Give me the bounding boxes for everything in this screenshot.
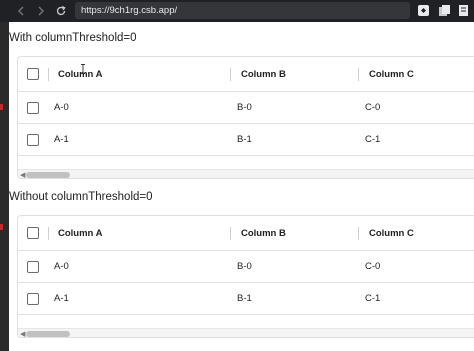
scrollbar-thumb[interactable] bbox=[26, 172, 70, 178]
forward-button[interactable] bbox=[33, 3, 49, 19]
error-marker bbox=[0, 104, 3, 110]
column-separator[interactable] bbox=[230, 68, 231, 81]
grid-header-row: Column A Column B Column C bbox=[18, 57, 474, 92]
column-header-a[interactable]: Column A bbox=[58, 57, 103, 91]
table-cell: C-0 bbox=[365, 261, 381, 272]
table-cell: A-0 bbox=[54, 102, 69, 113]
column-separator[interactable] bbox=[48, 68, 49, 81]
row-checkbox[interactable] bbox=[27, 293, 39, 305]
column-separator[interactable] bbox=[358, 68, 359, 81]
table-cell: B-1 bbox=[237, 293, 252, 304]
table-cell: A-1 bbox=[54, 293, 69, 304]
reload-button[interactable] bbox=[53, 3, 69, 19]
arrow-left-icon bbox=[17, 6, 24, 16]
extension-page-button[interactable] bbox=[456, 3, 471, 18]
table-cell: C-0 bbox=[365, 102, 381, 113]
row-checkbox[interactable] bbox=[27, 134, 39, 146]
column-header-a[interactable]: Column A bbox=[58, 216, 103, 250]
puzzle-icon bbox=[418, 5, 429, 16]
back-button[interactable] bbox=[13, 3, 29, 19]
column-separator[interactable] bbox=[358, 227, 359, 240]
table-row[interactable]: A-0 B-0 C-0 bbox=[18, 251, 474, 283]
horizontal-scrollbar[interactable]: ◀ bbox=[18, 169, 474, 178]
table-row[interactable]: A-1 B-1 C-1 bbox=[18, 283, 474, 315]
extension-puzzle-button[interactable] bbox=[416, 3, 431, 18]
copy-icon bbox=[439, 5, 450, 16]
address-bar[interactable]: https://9ch1rg.csb.app/ bbox=[75, 2, 410, 19]
select-all-checkbox[interactable] bbox=[27, 68, 39, 80]
table-cell: A-1 bbox=[54, 134, 69, 145]
text-cursor-icon bbox=[81, 64, 85, 74]
grid-heading: With columnThreshold=0 bbox=[9, 32, 137, 44]
extension-copy-button[interactable] bbox=[437, 3, 452, 18]
table-cell: C-1 bbox=[365, 293, 381, 304]
row-checkbox[interactable] bbox=[27, 261, 39, 273]
data-grid: Column A Column B Column C A-0 B-0 C-0 A… bbox=[17, 56, 474, 179]
table-cell: B-0 bbox=[237, 261, 252, 272]
column-header-b[interactable]: Column B bbox=[241, 216, 286, 250]
horizontal-scrollbar[interactable]: ◀ bbox=[18, 328, 474, 337]
column-header-b[interactable]: Column B bbox=[241, 57, 286, 91]
column-separator[interactable] bbox=[48, 227, 49, 240]
scroll-left-icon[interactable]: ◀ bbox=[20, 330, 25, 337]
table-cell: B-1 bbox=[237, 134, 252, 145]
column-header-c[interactable]: Column C bbox=[369, 57, 414, 91]
grid-heading: Without columnThreshold=0 bbox=[9, 191, 153, 203]
page-icon bbox=[459, 5, 468, 16]
grid-header-row: Column A Column B Column C bbox=[18, 216, 474, 251]
arrow-right-icon bbox=[38, 6, 45, 16]
column-header-c[interactable]: Column C bbox=[369, 216, 414, 250]
error-marker bbox=[0, 224, 3, 230]
scroll-left-icon[interactable]: ◀ bbox=[20, 171, 25, 178]
scrollbar-thumb[interactable] bbox=[26, 331, 70, 337]
page-content: With columnThreshold=0 Column A Column B… bbox=[9, 22, 474, 351]
data-grid: Column A Column B Column C A-0 B-0 C-0 A… bbox=[17, 215, 474, 338]
table-cell: B-0 bbox=[237, 102, 252, 113]
side-panel-edge bbox=[0, 22, 9, 351]
select-all-checkbox[interactable] bbox=[27, 227, 39, 239]
table-row[interactable]: A-0 B-0 C-0 bbox=[18, 92, 474, 124]
row-checkbox[interactable] bbox=[27, 102, 39, 114]
table-row[interactable]: A-1 B-1 C-1 bbox=[18, 124, 474, 156]
column-separator[interactable] bbox=[230, 227, 231, 240]
table-cell: C-1 bbox=[365, 134, 381, 145]
browser-toolbar: https://9ch1rg.csb.app/ bbox=[0, 0, 474, 22]
table-cell: A-0 bbox=[54, 261, 69, 272]
reload-icon bbox=[56, 6, 66, 16]
